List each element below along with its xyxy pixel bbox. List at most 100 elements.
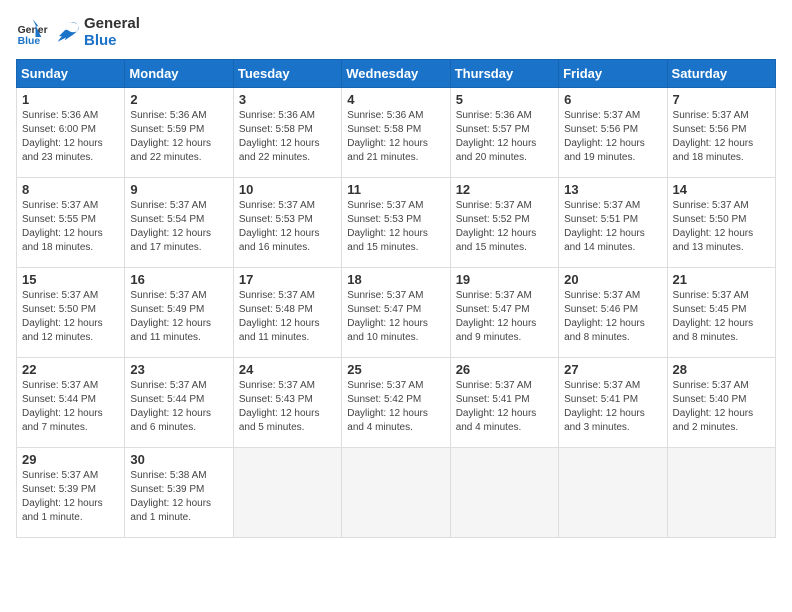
calendar-cell: 26 Sunrise: 5:37 AM Sunset: 5:41 PM Dayli… [450, 358, 558, 448]
calendar-cell [233, 448, 341, 538]
calendar-cell: 5Sunrise: 5:36 AM Sunset: 5:57 PM Daylig… [450, 88, 558, 178]
day-info: Sunrise: 5:37 AM Sunset: 5:51 PM Dayligh… [564, 199, 661, 255]
day-info: Sunrise: 5:37 AM Sunset: 5:44 PM Dayligh… [22, 379, 119, 435]
calendar-cell: 28 Sunrise: 5:37 AM Sunset: 5:40 PM Dayli… [667, 358, 775, 448]
calendar-cell: 4 Sunrise: 5:36 AM Sunset: 5:58 PM Daylig… [342, 88, 450, 178]
calendar-cell [667, 448, 775, 538]
calendar-cell: 30 Sunrise: 5:38 AM Sunset: 5:39 PM Dayli… [125, 448, 233, 538]
calendar-cell: 1 Sunrise: 5:36 AM Sunset: 6:00 PM Daylig… [17, 88, 125, 178]
calendar-cell: 21 Sunrise: 5:37 AM Sunset: 5:45 PM Dayli… [667, 268, 775, 358]
calendar-cell [559, 448, 667, 538]
day-info: Sunrise: 5:37 AM Sunset: 5:48 PM Dayligh… [239, 289, 336, 345]
day-number: 26 [456, 362, 553, 377]
day-number: 24 [239, 362, 336, 377]
day-info: Sunrise: 5:37 AM Sunset: 5:49 PM Dayligh… [130, 289, 227, 345]
day-number: 25 [347, 362, 444, 377]
day-info: Sunrise: 5:37 AM Sunset: 5:56 PM Dayligh… [564, 109, 661, 165]
calendar-cell: 6 Sunrise: 5:37 AM Sunset: 5:56 PM Daylig… [559, 88, 667, 178]
day-info: Sunrise: 5:37 AM Sunset: 5:42 PM Dayligh… [347, 379, 444, 435]
day-number: 21 [673, 272, 770, 287]
day-number: 30 [130, 452, 227, 467]
day-number: 17 [239, 272, 336, 287]
calendar-week-row: 1 Sunrise: 5:36 AM Sunset: 6:00 PM Daylig… [17, 88, 776, 178]
day-number: 23 [130, 362, 227, 377]
calendar-week-row: 15 Sunrise: 5:37 AM Sunset: 5:50 PM Dayli… [17, 268, 776, 358]
day-number: 6 [564, 92, 661, 107]
calendar-cell: 25 Sunrise: 5:37 AM Sunset: 5:42 PM Dayli… [342, 358, 450, 448]
day-info: Sunrise: 5:37 AM Sunset: 5:47 PM Dayligh… [347, 289, 444, 345]
day-number: 8 [22, 182, 119, 197]
day-number: 15 [22, 272, 119, 287]
logo-icon: General Blue [16, 17, 48, 49]
day-info: Sunrise: 5:37 AM Sunset: 5:47 PM Dayligh… [456, 289, 553, 345]
day-info: Sunrise: 5:37 AM Sunset: 5:53 PM Dayligh… [347, 199, 444, 255]
day-info: Sunrise: 5:37 AM Sunset: 5:46 PM Dayligh… [564, 289, 661, 345]
day-info: Sunrise: 5:36 AM Sunset: 5:58 PM Dayligh… [347, 109, 444, 165]
weekday-header: Tuesday [233, 60, 341, 88]
day-info: Sunrise: 5:37 AM Sunset: 5:41 PM Dayligh… [564, 379, 661, 435]
calendar-cell: 11Sunrise: 5:37 AM Sunset: 5:53 PM Dayli… [342, 178, 450, 268]
calendar-cell: 9 Sunrise: 5:37 AM Sunset: 5:54 PM Daylig… [125, 178, 233, 268]
day-info: Sunrise: 5:37 AM Sunset: 5:50 PM Dayligh… [673, 199, 770, 255]
day-info: Sunrise: 5:37 AM Sunset: 5:50 PM Dayligh… [22, 289, 119, 345]
day-info: Sunrise: 5:38 AM Sunset: 5:39 PM Dayligh… [130, 469, 227, 525]
day-info: Sunrise: 5:37 AM Sunset: 5:45 PM Dayligh… [673, 289, 770, 345]
day-number: 5 [456, 92, 553, 107]
day-number: 2 [130, 92, 227, 107]
day-info: Sunrise: 5:37 AM Sunset: 5:39 PM Dayligh… [22, 469, 119, 525]
calendar-cell: 29 Sunrise: 5:37 AM Sunset: 5:39 PM Dayli… [17, 448, 125, 538]
calendar-cell: 14 Sunrise: 5:37 AM Sunset: 5:50 PM Dayli… [667, 178, 775, 268]
calendar-cell: 12 Sunrise: 5:37 AM Sunset: 5:52 PM Dayli… [450, 178, 558, 268]
weekday-header: Saturday [667, 60, 775, 88]
day-number: 1 [22, 92, 119, 107]
calendar-cell [450, 448, 558, 538]
day-number: 13 [564, 182, 661, 197]
day-number: 29 [22, 452, 119, 467]
day-number: 27 [564, 362, 661, 377]
day-info: Sunrise: 5:37 AM Sunset: 5:54 PM Dayligh… [130, 199, 227, 255]
day-info: Sunrise: 5:37 AM Sunset: 5:43 PM Dayligh… [239, 379, 336, 435]
day-number: 18 [347, 272, 444, 287]
logo-text-blue: Blue [84, 33, 140, 50]
calendar-cell [342, 448, 450, 538]
day-number: 20 [564, 272, 661, 287]
calendar-cell: 16 Sunrise: 5:37 AM Sunset: 5:49 PM Dayli… [125, 268, 233, 358]
weekday-header: Monday [125, 60, 233, 88]
day-info: Sunrise: 5:36 AM Sunset: 5:58 PM Dayligh… [239, 109, 336, 165]
day-info: Sunrise: 5:37 AM Sunset: 5:56 PM Dayligh… [673, 109, 770, 165]
day-number: 7 [673, 92, 770, 107]
day-number: 10 [239, 182, 336, 197]
calendar-cell: 15 Sunrise: 5:37 AM Sunset: 5:50 PM Dayli… [17, 268, 125, 358]
day-number: 3 [239, 92, 336, 107]
day-info: Sunrise: 5:37 AM Sunset: 5:55 PM Dayligh… [22, 199, 119, 255]
calendar-cell: 22Sunrise: 5:37 AM Sunset: 5:44 PM Dayli… [17, 358, 125, 448]
logo-bird-icon [52, 19, 80, 47]
day-info: Sunrise: 5:37 AM Sunset: 5:41 PM Dayligh… [456, 379, 553, 435]
calendar-cell: 7 Sunrise: 5:37 AM Sunset: 5:56 PM Daylig… [667, 88, 775, 178]
calendar-week-row: 22Sunrise: 5:37 AM Sunset: 5:44 PM Dayli… [17, 358, 776, 448]
day-info: Sunrise: 5:36 AM Sunset: 5:59 PM Dayligh… [130, 109, 227, 165]
calendar-cell: 19Sunrise: 5:37 AM Sunset: 5:47 PM Dayli… [450, 268, 558, 358]
day-number: 4 [347, 92, 444, 107]
calendar-cell: 17 Sunrise: 5:37 AM Sunset: 5:48 PM Dayli… [233, 268, 341, 358]
day-info: Sunrise: 5:37 AM Sunset: 5:52 PM Dayligh… [456, 199, 553, 255]
svg-text:General: General [18, 25, 48, 36]
svg-text:Blue: Blue [18, 36, 41, 47]
calendar-cell: 2 Sunrise: 5:36 AM Sunset: 5:59 PM Daylig… [125, 88, 233, 178]
calendar-cell: 13 Sunrise: 5:37 AM Sunset: 5:51 PM Dayli… [559, 178, 667, 268]
calendar-cell: 20 Sunrise: 5:37 AM Sunset: 5:46 PM Dayli… [559, 268, 667, 358]
calendar-table: SundayMondayTuesdayWednesdayThursdayFrid… [16, 59, 776, 538]
day-number: 28 [673, 362, 770, 377]
weekday-header: Friday [559, 60, 667, 88]
day-info: Sunrise: 5:36 AM Sunset: 6:00 PM Dayligh… [22, 109, 119, 165]
day-number: 12 [456, 182, 553, 197]
calendar-cell: 23Sunrise: 5:37 AM Sunset: 5:44 PM Dayli… [125, 358, 233, 448]
calendar-week-row: 29 Sunrise: 5:37 AM Sunset: 5:39 PM Dayli… [17, 448, 776, 538]
day-number: 9 [130, 182, 227, 197]
day-number: 16 [130, 272, 227, 287]
day-info: Sunrise: 5:37 AM Sunset: 5:53 PM Dayligh… [239, 199, 336, 255]
calendar-cell: 3 Sunrise: 5:36 AM Sunset: 5:58 PM Daylig… [233, 88, 341, 178]
day-info: Sunrise: 5:37 AM Sunset: 5:40 PM Dayligh… [673, 379, 770, 435]
calendar-cell: 27 Sunrise: 5:37 AM Sunset: 5:41 PM Dayli… [559, 358, 667, 448]
day-number: 14 [673, 182, 770, 197]
